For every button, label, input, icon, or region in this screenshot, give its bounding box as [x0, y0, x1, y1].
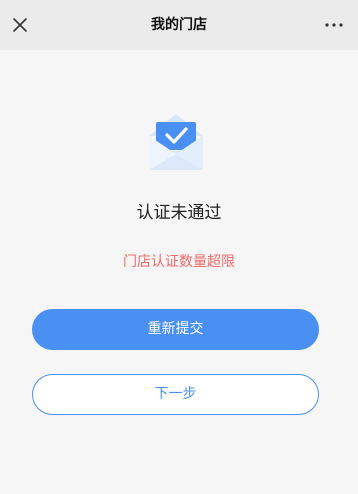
page: 我的门店 认证未通过 门店认证数量超限 重新提交 下一步	[0, 0, 358, 494]
nav-bar: 我的门店	[0, 0, 358, 50]
next-step-button[interactable]: 下一步	[32, 374, 319, 415]
page-title: 我的门店	[151, 17, 207, 33]
status-reason: 门店认证数量超限	[123, 254, 235, 270]
envelope-check-icon	[149, 114, 203, 170]
resubmit-button[interactable]: 重新提交	[32, 309, 319, 350]
more-button[interactable]	[320, 13, 348, 37]
close-button[interactable]	[8, 13, 32, 37]
more-icon	[325, 23, 343, 27]
status-title: 认证未通过	[136, 203, 222, 223]
close-icon	[13, 18, 27, 32]
